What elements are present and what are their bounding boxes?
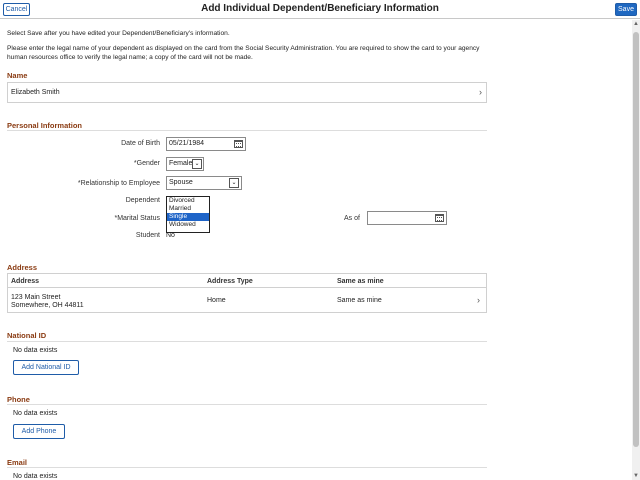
name-row[interactable]: Elizabeth Smith › xyxy=(7,82,487,103)
section-title-national-id: National ID xyxy=(7,331,47,340)
option-married[interactable]: Married xyxy=(167,205,209,213)
page-title: Add Individual Dependent/Beneficiary Inf… xyxy=(201,3,439,14)
relationship-label: *Relationship to Employee xyxy=(77,180,160,187)
add-phone-button[interactable]: Add Phone xyxy=(13,424,65,439)
vertical-scrollbar[interactable]: ▲ ▼ xyxy=(632,20,640,480)
section-title-address: Address xyxy=(7,263,38,272)
address-type: Home xyxy=(207,297,226,304)
scroll-thumb[interactable] xyxy=(633,32,639,447)
intro-text: Select Save after you have edited your D… xyxy=(7,30,230,37)
gender-label: *Gender xyxy=(133,160,160,167)
calendar-icon[interactable] xyxy=(234,140,243,148)
student-value: No xyxy=(166,232,175,239)
as-of-label: As of xyxy=(344,215,360,222)
option-single[interactable]: Single xyxy=(167,213,209,221)
national-id-empty-text: No data exists xyxy=(13,347,58,354)
address-line1: 123 Main Street xyxy=(11,294,61,301)
chevron-down-icon[interactable]: ⌄ xyxy=(229,178,239,188)
app-window: Cancel Add Individual Dependent/Benefici… xyxy=(0,0,640,480)
chevron-down-icon[interactable]: ⌄ xyxy=(192,159,202,169)
dependent-name: Elizabeth Smith xyxy=(11,89,60,96)
divider xyxy=(7,341,487,342)
section-title-name: Name xyxy=(7,71,28,80)
divider xyxy=(7,130,487,131)
chevron-right-icon: › xyxy=(479,87,482,97)
section-title-personal-information: Personal Information xyxy=(7,121,83,130)
chevron-right-icon: › xyxy=(477,295,480,305)
address-line2: Somewhere, OH 44811 xyxy=(11,302,84,309)
calendar-icon[interactable] xyxy=(435,214,444,222)
column-header-address-type: Address Type xyxy=(207,278,253,285)
divider xyxy=(7,467,487,468)
table-row[interactable]: 123 Main Street Somewhere, OH 44811 Home… xyxy=(8,289,486,313)
column-header-same-as-mine: Same as mine xyxy=(337,278,384,285)
option-widowed[interactable]: Widowed xyxy=(167,221,209,229)
address-table: Address Address Type Same as mine 123 Ma… xyxy=(7,273,487,313)
phone-empty-text: No data exists xyxy=(13,410,58,417)
section-title-phone: Phone xyxy=(7,395,30,404)
scroll-up-icon[interactable]: ▲ xyxy=(632,20,640,28)
option-divorced[interactable]: Divorced xyxy=(167,197,209,205)
marital-status-dropdown[interactable]: Divorced Married Single Widowed xyxy=(166,196,210,233)
email-empty-text: No data exists xyxy=(13,473,58,480)
scroll-down-icon[interactable]: ▼ xyxy=(632,472,640,480)
save-button[interactable]: Save xyxy=(615,3,637,16)
page-header: Cancel Add Individual Dependent/Benefici… xyxy=(0,0,640,19)
marital-status-label: *Marital Status xyxy=(114,215,160,222)
divider xyxy=(7,404,487,405)
section-title-email: Email xyxy=(7,458,28,467)
legal-name-instructions: Please enter the legal name of your depe… xyxy=(7,45,480,61)
student-label: Student xyxy=(135,232,160,239)
gender-value: Female xyxy=(169,160,193,167)
same-as-mine-value: Same as mine xyxy=(337,297,382,304)
add-national-id-button[interactable]: Add National ID xyxy=(13,360,79,375)
relationship-value: Spouse xyxy=(169,179,193,186)
date-of-birth-value: 05/21/1984 xyxy=(169,140,205,147)
date-of-birth-label: Date of Birth xyxy=(121,140,160,147)
dependent-label: Dependent xyxy=(125,197,160,204)
column-header-address: Address xyxy=(11,278,40,285)
